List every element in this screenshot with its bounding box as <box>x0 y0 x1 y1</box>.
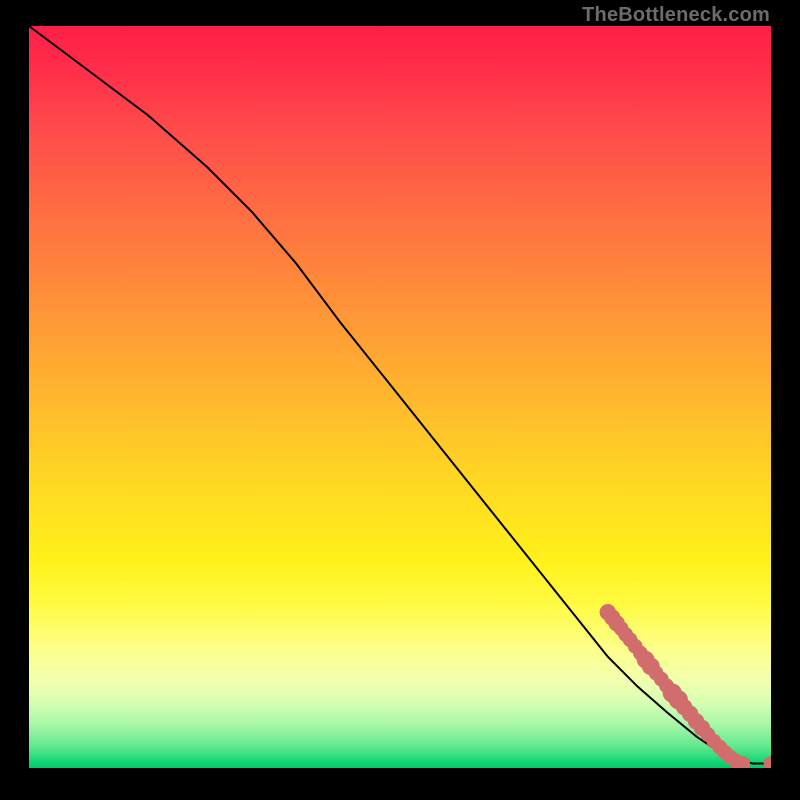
scatter-points <box>600 604 771 768</box>
plot-area <box>29 26 771 768</box>
chart-frame: TheBottleneck.com <box>0 0 800 800</box>
chart-overlay <box>29 26 771 768</box>
watermark-text: TheBottleneck.com <box>582 4 770 27</box>
scatter-dot <box>764 756 771 768</box>
bottleneck-curve <box>29 26 771 764</box>
